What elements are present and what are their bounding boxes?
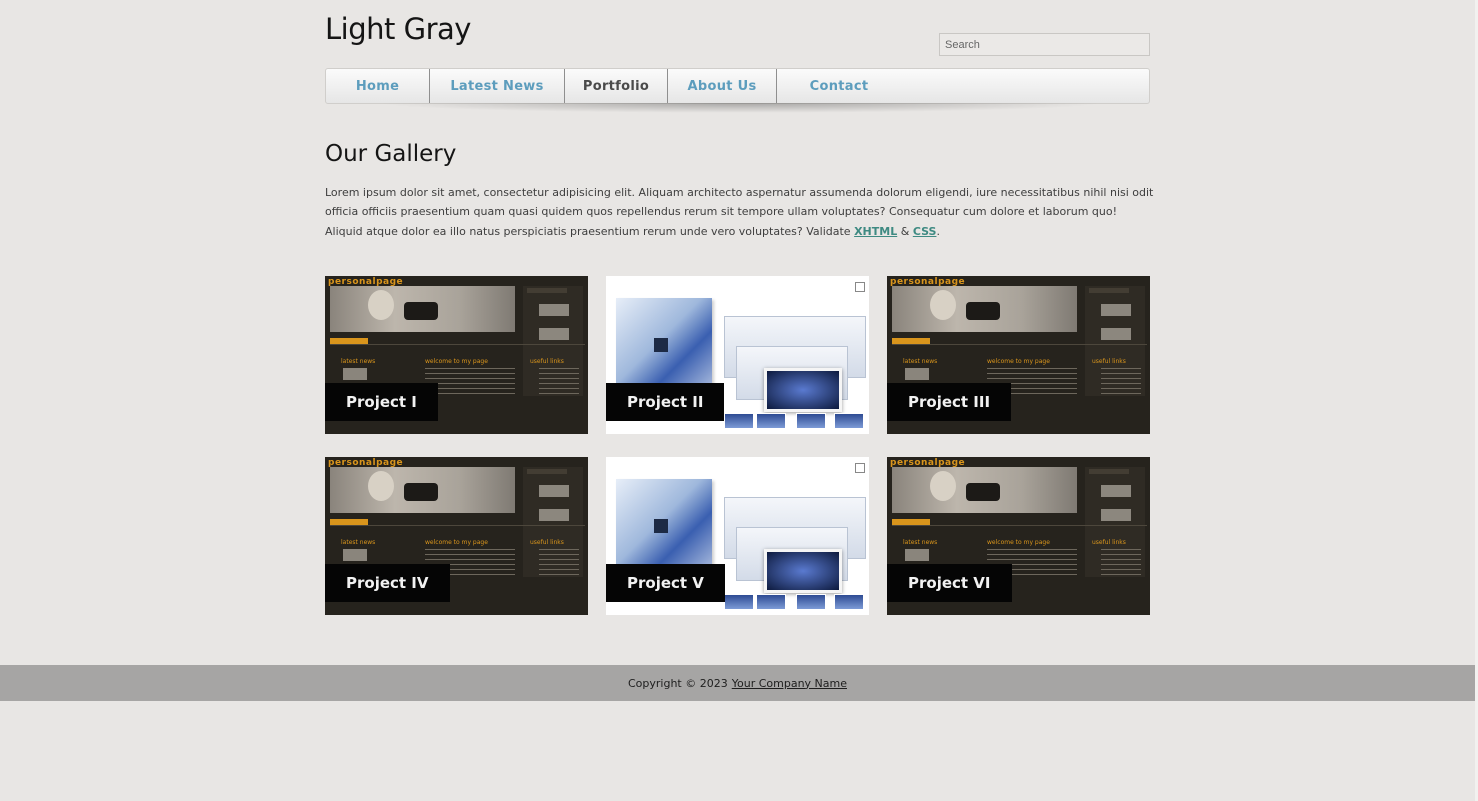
- page: Light Gray Home Latest News Portfolio Ab…: [0, 0, 1478, 801]
- gallery-item-label: Project II: [606, 383, 725, 421]
- corner-icon: [855, 282, 865, 292]
- thumb-mini: [756, 413, 786, 429]
- thumb-welcome: welcome to my page: [425, 539, 488, 546]
- thumb-divider: [892, 525, 1147, 526]
- page-heading: Our Gallery: [325, 141, 457, 167]
- thumb-news: latest news: [341, 358, 376, 365]
- css-link[interactable]: CSS: [913, 225, 937, 238]
- thumb-news: latest news: [903, 358, 938, 365]
- gallery-item-label: Project III: [887, 383, 1012, 421]
- thumb-hero-photo: [892, 286, 1077, 332]
- footer: Copyright © 2023 Your Company Name: [0, 665, 1475, 701]
- thumb-useful: useful links: [1092, 358, 1126, 365]
- intro-text: Lorem ipsum dolor sit amet, consectetur …: [325, 186, 1154, 238]
- thumb-welcome: welcome to my page: [425, 358, 488, 365]
- corner-icon: [855, 463, 865, 473]
- thumb-link-lines: [539, 368, 579, 398]
- thumb-useful: useful links: [530, 539, 564, 546]
- gallery-item-project-5[interactable]: Project V: [606, 457, 869, 615]
- thumb-eye-photo: [905, 368, 929, 380]
- nav-item-home[interactable]: Home: [326, 69, 430, 103]
- xhtml-link[interactable]: XHTML: [854, 225, 897, 238]
- main-nav: Home Latest News Portfolio About Us Cont…: [325, 68, 1150, 104]
- copyright-text: Copyright © 2023: [627, 676, 728, 690]
- thumb-link-lines: [1101, 549, 1141, 579]
- gallery-item-project-2[interactable]: Project II: [606, 276, 869, 434]
- thumb-hero-photo: [892, 467, 1077, 513]
- gallery-item-label: Project VI: [887, 564, 1012, 602]
- thumb-eye-photo: [343, 368, 367, 380]
- thumb-shot-dark: [764, 549, 842, 593]
- thumb-eye-photo: [343, 549, 367, 561]
- thumb-text-lines: [425, 368, 515, 398]
- thumb-mini: [796, 594, 826, 610]
- company-link[interactable]: Your Company Name: [732, 677, 847, 690]
- thumb-hero-photo: [330, 467, 515, 513]
- thumb-welcome: welcome to my page: [987, 358, 1050, 365]
- thumb-divider: [892, 344, 1147, 345]
- gallery-item-label: Project IV: [325, 564, 450, 602]
- thumb-link-lines: [539, 549, 579, 579]
- thumb-eye-photo: [905, 549, 929, 561]
- nav-item-contact[interactable]: Contact: [777, 69, 901, 103]
- nav-item-latest-news[interactable]: Latest News: [430, 69, 565, 103]
- thumb-mini: [834, 594, 864, 610]
- search-input[interactable]: [939, 33, 1150, 56]
- gallery-item-project-4[interactable]: personalpage welcome to my page latest n…: [325, 457, 588, 615]
- gallery-item-project-1[interactable]: personalpage welcome to my page latest n…: [325, 276, 588, 434]
- period-text: .: [936, 224, 940, 238]
- gallery-item-label: Project V: [606, 564, 725, 602]
- thumb-mini: [756, 594, 786, 610]
- thumb-mini: [834, 413, 864, 429]
- thumb-mini: [724, 413, 754, 429]
- thumb-welcome: welcome to my page: [987, 539, 1050, 546]
- gallery-item-project-3[interactable]: personalpage welcome to my page latest n…: [887, 276, 1150, 434]
- intro-paragraph: Lorem ipsum dolor sit amet, consectetur …: [325, 183, 1155, 241]
- thumb-hero-photo: [330, 286, 515, 332]
- amp-text: &: [900, 224, 910, 238]
- nav-item-about-us[interactable]: About Us: [668, 69, 777, 103]
- thumb-divider: [330, 525, 585, 526]
- site-title[interactable]: Light Gray: [325, 12, 471, 46]
- thumb-mini: [724, 594, 754, 610]
- thumb-shot-dark: [764, 368, 842, 412]
- gallery-item-label: Project I: [325, 383, 438, 421]
- thumb-mini: [796, 413, 826, 429]
- thumb-useful: useful links: [1092, 539, 1126, 546]
- thumb-divider: [330, 344, 585, 345]
- nav-item-portfolio[interactable]: Portfolio: [565, 69, 668, 103]
- nav-shadow: [375, 103, 1105, 113]
- thumb-news: latest news: [903, 539, 938, 546]
- gallery-item-project-6[interactable]: personalpage welcome to my page latest n…: [887, 457, 1150, 615]
- thumb-link-lines: [1101, 368, 1141, 398]
- thumb-useful: useful links: [530, 358, 564, 365]
- thumb-news: latest news: [341, 539, 376, 546]
